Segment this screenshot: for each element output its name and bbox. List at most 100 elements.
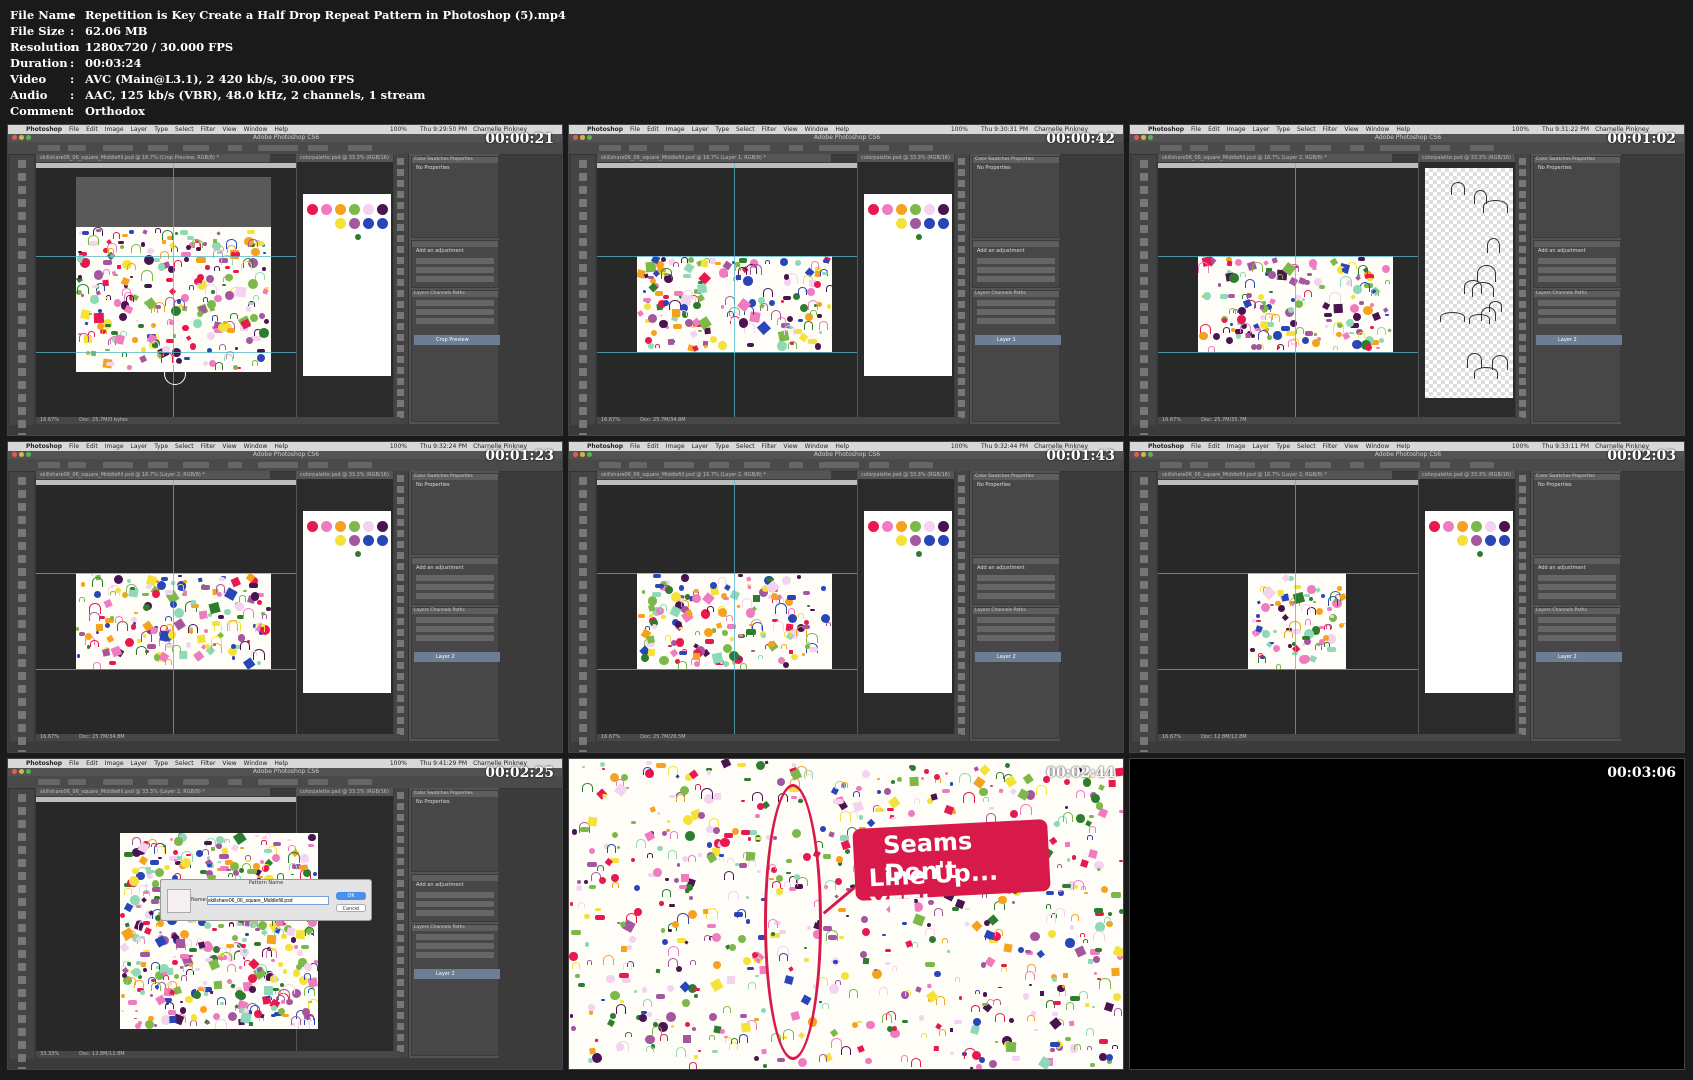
tool-icon[interactable] bbox=[397, 717, 404, 724]
tool-icon[interactable] bbox=[579, 581, 587, 589]
tool-icon[interactable] bbox=[18, 724, 26, 732]
tool-icon[interactable] bbox=[958, 290, 965, 297]
tool-icon[interactable] bbox=[18, 542, 26, 550]
tool-icon[interactable] bbox=[579, 633, 587, 641]
layer-row-selected[interactable]: Layer 2 bbox=[1536, 335, 1622, 345]
tool-icon[interactable] bbox=[18, 976, 26, 984]
menu-item[interactable]: Layer bbox=[1253, 126, 1270, 133]
tool-icon[interactable] bbox=[1140, 503, 1148, 511]
tool-icon[interactable] bbox=[18, 594, 26, 602]
tool-icon[interactable] bbox=[579, 160, 587, 168]
tool-icon[interactable] bbox=[958, 400, 965, 407]
option-control[interactable] bbox=[1225, 145, 1255, 151]
tool-icon[interactable] bbox=[397, 684, 404, 691]
tool-icon[interactable] bbox=[1519, 235, 1526, 242]
option-control[interactable] bbox=[183, 145, 209, 151]
tool-icon[interactable] bbox=[18, 911, 26, 919]
tool-icon[interactable] bbox=[18, 820, 26, 828]
tool-icon[interactable] bbox=[1519, 585, 1526, 592]
option-control[interactable] bbox=[789, 462, 803, 468]
option-control[interactable] bbox=[148, 779, 168, 785]
tool-icon[interactable] bbox=[18, 807, 26, 815]
tool-icon[interactable] bbox=[579, 724, 587, 732]
menu-item[interactable]: Type bbox=[154, 443, 168, 450]
menu-item[interactable]: File bbox=[630, 126, 640, 133]
tool-icon[interactable] bbox=[1140, 672, 1148, 680]
tool-icon[interactable] bbox=[958, 508, 965, 515]
option-control[interactable] bbox=[869, 462, 889, 468]
tool-icon[interactable] bbox=[1140, 173, 1148, 181]
tool-icon[interactable] bbox=[1519, 684, 1526, 691]
tool-icon[interactable] bbox=[1140, 607, 1148, 615]
option-control[interactable] bbox=[148, 145, 168, 151]
tool-icon[interactable] bbox=[1519, 224, 1526, 231]
tool-icon[interactable] bbox=[958, 158, 965, 165]
tool-icon[interactable] bbox=[1519, 563, 1526, 570]
tool-icon[interactable] bbox=[579, 568, 587, 576]
menu-item[interactable]: Window bbox=[244, 126, 268, 133]
minimize-icon[interactable] bbox=[19, 135, 24, 140]
tool-icon[interactable] bbox=[1519, 717, 1526, 724]
menu-item[interactable]: Help bbox=[1396, 126, 1410, 133]
menu-item[interactable]: Select bbox=[175, 126, 194, 133]
tool-icon[interactable] bbox=[18, 659, 26, 667]
option-control[interactable] bbox=[599, 462, 621, 468]
video-thumbnail[interactable]: 00:03:06 bbox=[1129, 758, 1685, 1070]
tool-icon[interactable] bbox=[958, 695, 965, 702]
tool-icon[interactable] bbox=[397, 880, 404, 887]
menu-item[interactable]: View bbox=[222, 760, 236, 767]
tool-icon[interactable] bbox=[958, 213, 965, 220]
tool-icon[interactable] bbox=[958, 202, 965, 209]
tool-icon[interactable] bbox=[397, 246, 404, 253]
option-control[interactable] bbox=[599, 145, 621, 151]
tool-icon[interactable] bbox=[397, 662, 404, 669]
tool-icon[interactable] bbox=[958, 563, 965, 570]
tool-icon[interactable] bbox=[579, 225, 587, 233]
tool-icon[interactable] bbox=[18, 238, 26, 246]
menu-item[interactable]: Layer bbox=[131, 126, 148, 133]
tool-icon[interactable] bbox=[958, 257, 965, 264]
tool-icon[interactable] bbox=[397, 913, 404, 920]
tool-icon[interactable] bbox=[397, 530, 404, 537]
tool-icon[interactable] bbox=[958, 246, 965, 253]
document-tab[interactable]: skillshare06_06_square_Middlefill.psd @ … bbox=[597, 154, 831, 162]
menu-item[interactable]: Edit bbox=[647, 126, 659, 133]
tool-icon[interactable] bbox=[579, 407, 587, 415]
tool-icon[interactable] bbox=[1140, 290, 1148, 298]
tool-icon[interactable] bbox=[397, 651, 404, 658]
option-control[interactable] bbox=[664, 462, 694, 468]
tool-icon[interactable] bbox=[397, 935, 404, 942]
tool-icon[interactable] bbox=[18, 698, 26, 706]
tool-icon[interactable] bbox=[1519, 246, 1526, 253]
menu-item[interactable]: View bbox=[783, 443, 797, 450]
option-control[interactable] bbox=[228, 462, 242, 468]
tool-icon[interactable] bbox=[1140, 659, 1148, 667]
tool-icon[interactable] bbox=[1519, 607, 1526, 614]
tool-icon[interactable] bbox=[18, 794, 26, 802]
tool-icon[interactable] bbox=[1140, 542, 1148, 550]
tool-icon[interactable] bbox=[18, 303, 26, 311]
tool-icon[interactable] bbox=[18, 950, 26, 958]
menu-item[interactable]: File bbox=[69, 126, 79, 133]
option-control[interactable] bbox=[1470, 462, 1494, 468]
option-control[interactable] bbox=[1380, 145, 1420, 151]
tool-icon[interactable] bbox=[18, 490, 26, 498]
tool-icon[interactable] bbox=[397, 695, 404, 702]
menu-item[interactable]: Help bbox=[274, 126, 288, 133]
tool-icon[interactable] bbox=[958, 717, 965, 724]
tool-icon[interactable] bbox=[958, 651, 965, 658]
option-control[interactable] bbox=[183, 462, 209, 468]
tool-icon[interactable] bbox=[958, 323, 965, 330]
tool-icon[interactable] bbox=[579, 737, 587, 745]
video-thumbnail[interactable]: 00:01:43 Photoshop File Edit Image Layer Type S… bbox=[568, 441, 1124, 753]
tool-icon[interactable] bbox=[579, 503, 587, 511]
tool-icon[interactable] bbox=[1519, 596, 1526, 603]
tool-icon[interactable] bbox=[958, 673, 965, 680]
tool-icon[interactable] bbox=[958, 389, 965, 396]
tool-icon[interactable] bbox=[18, 264, 26, 272]
menu-item[interactable]: Select bbox=[1297, 443, 1316, 450]
tool-icon[interactable] bbox=[958, 356, 965, 363]
option-control[interactable] bbox=[869, 145, 889, 151]
option-control[interactable] bbox=[103, 779, 133, 785]
menu-item[interactable]: Type bbox=[1276, 443, 1290, 450]
